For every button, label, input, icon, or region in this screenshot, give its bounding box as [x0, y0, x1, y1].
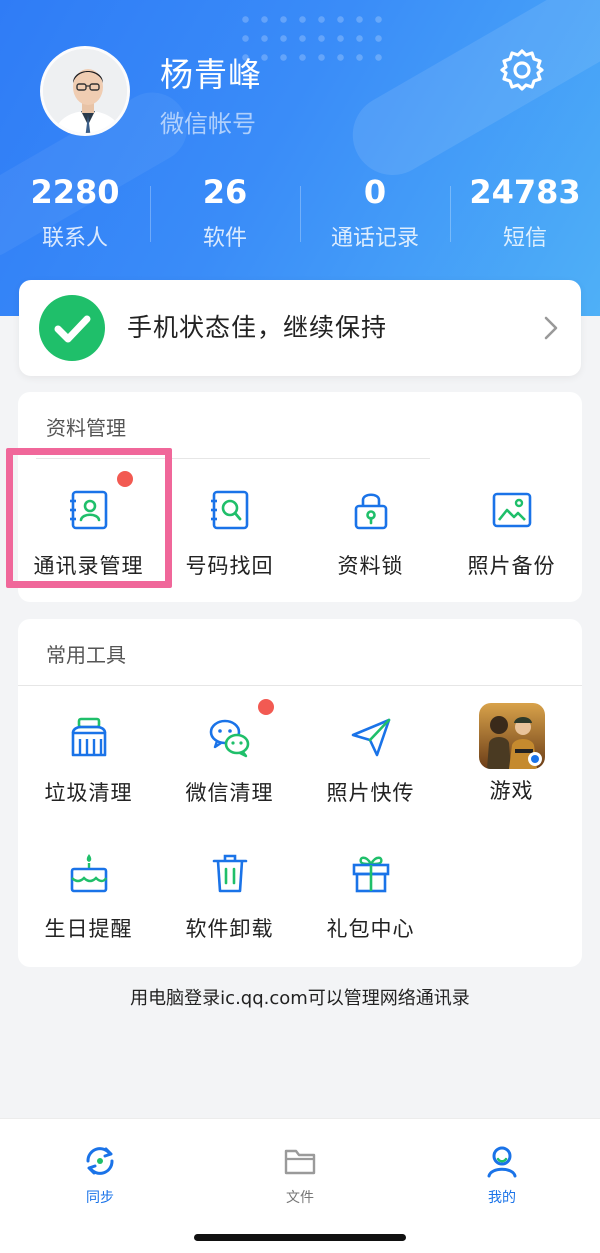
data-lock-item[interactable]: 资料锁: [300, 488, 441, 580]
tab-label: 同步: [86, 1190, 114, 1206]
user-name: 杨青峰: [160, 55, 262, 94]
stat-contacts[interactable]: 2280 联系人: [0, 170, 150, 260]
stat-call-log[interactable]: 0 通话记录: [300, 170, 450, 260]
common-tools-section: 常用工具 垃圾清理 微信清理 照片快传 游戏 生日提醒 软件卸载 礼包中心: [18, 619, 582, 967]
lock-icon: [354, 493, 387, 530]
settings-button[interactable]: [498, 46, 546, 94]
item-label: 礼包中心: [326, 917, 415, 941]
tab-me[interactable]: 我的: [442, 1143, 562, 1207]
item-label: 微信清理: [185, 781, 274, 805]
item-label: 游戏: [489, 779, 534, 803]
sync-icon: [86, 1147, 114, 1175]
tab-files[interactable]: 文件: [240, 1143, 360, 1207]
check-icon: [39, 295, 105, 361]
stat-label: 联系人: [41, 226, 108, 251]
tab-label: 我的: [488, 1190, 516, 1206]
profile-icon: [487, 1146, 517, 1178]
stat-label: 软件: [202, 226, 247, 251]
profile-header: 杨青峰 微信帐号 2280 联系人 26 软件 0 通话记录 24783 短信: [0, 0, 600, 316]
phone-status-card[interactable]: 手机状态佳，继续保持: [19, 280, 581, 376]
item-label: 资料锁: [337, 554, 404, 578]
paper-plane-icon: [351, 718, 390, 757]
junk-cleanup-item[interactable]: 垃圾清理: [18, 715, 159, 807]
item-label: 垃圾清理: [44, 781, 133, 805]
stat-software[interactable]: 26 软件: [150, 170, 300, 260]
stats-row: 2280 联系人 26 软件 0 通话记录 24783 短信: [0, 170, 600, 260]
gift-icon: [352, 856, 389, 893]
pc-login-hint: 用电脑登录ic.qq.com可以管理网络通讯录: [130, 988, 470, 1009]
section-title: 资料管理: [46, 416, 126, 440]
item-label: 照片快传: [326, 781, 415, 805]
game-thumbnail: [478, 703, 545, 769]
trash-icon: [212, 854, 247, 893]
folder-icon: [284, 1149, 316, 1175]
stat-value: 2280: [30, 173, 120, 211]
tab-sync[interactable]: 同步: [40, 1143, 160, 1207]
stat-value: 24783: [469, 173, 581, 211]
item-label: 号码找回: [185, 554, 274, 578]
birthday-cake-icon: [70, 854, 107, 893]
birthday-reminder-item[interactable]: 生日提醒: [18, 851, 159, 943]
notification-dot: [258, 699, 274, 715]
photo-icon: [492, 492, 531, 528]
divider: [18, 685, 582, 686]
wechat-icon: [209, 719, 249, 758]
item-label: 软件卸载: [185, 917, 274, 941]
photo-transfer-item[interactable]: 照片快传: [300, 715, 441, 807]
section-title: 常用工具: [46, 643, 126, 667]
status-text: 手机状态佳，继续保持: [127, 313, 388, 342]
tab-label: 文件: [286, 1190, 314, 1206]
stat-value: 26: [202, 173, 248, 211]
games-item[interactable]: 游戏: [441, 703, 582, 805]
broom-icon: [71, 717, 106, 757]
highlight-box: [6, 448, 172, 588]
item-label: 照片备份: [467, 554, 556, 578]
gear-icon: [500, 49, 544, 91]
number-recovery-item[interactable]: 号码找回: [159, 488, 300, 580]
stat-label: 通话记录: [330, 226, 419, 251]
stat-label: 短信: [502, 226, 547, 251]
photo-backup-item[interactable]: 照片备份: [441, 488, 582, 580]
chevron-right-icon: [544, 316, 558, 340]
item-label: 生日提醒: [44, 917, 133, 941]
home-indicator: [194, 1234, 406, 1241]
stat-sms[interactable]: 24783 短信: [450, 170, 600, 260]
bottom-navigation: 同步 文件 我的: [0, 1118, 600, 1253]
number-search-icon: [210, 490, 248, 530]
software-uninstall-item[interactable]: 软件卸载: [159, 851, 300, 943]
avatar[interactable]: [40, 46, 130, 136]
wechat-cleanup-item[interactable]: 微信清理: [159, 715, 300, 807]
stat-value: 0: [363, 173, 387, 211]
gift-center-item[interactable]: 礼包中心: [300, 851, 441, 943]
user-subtitle: 微信帐号: [160, 110, 256, 138]
